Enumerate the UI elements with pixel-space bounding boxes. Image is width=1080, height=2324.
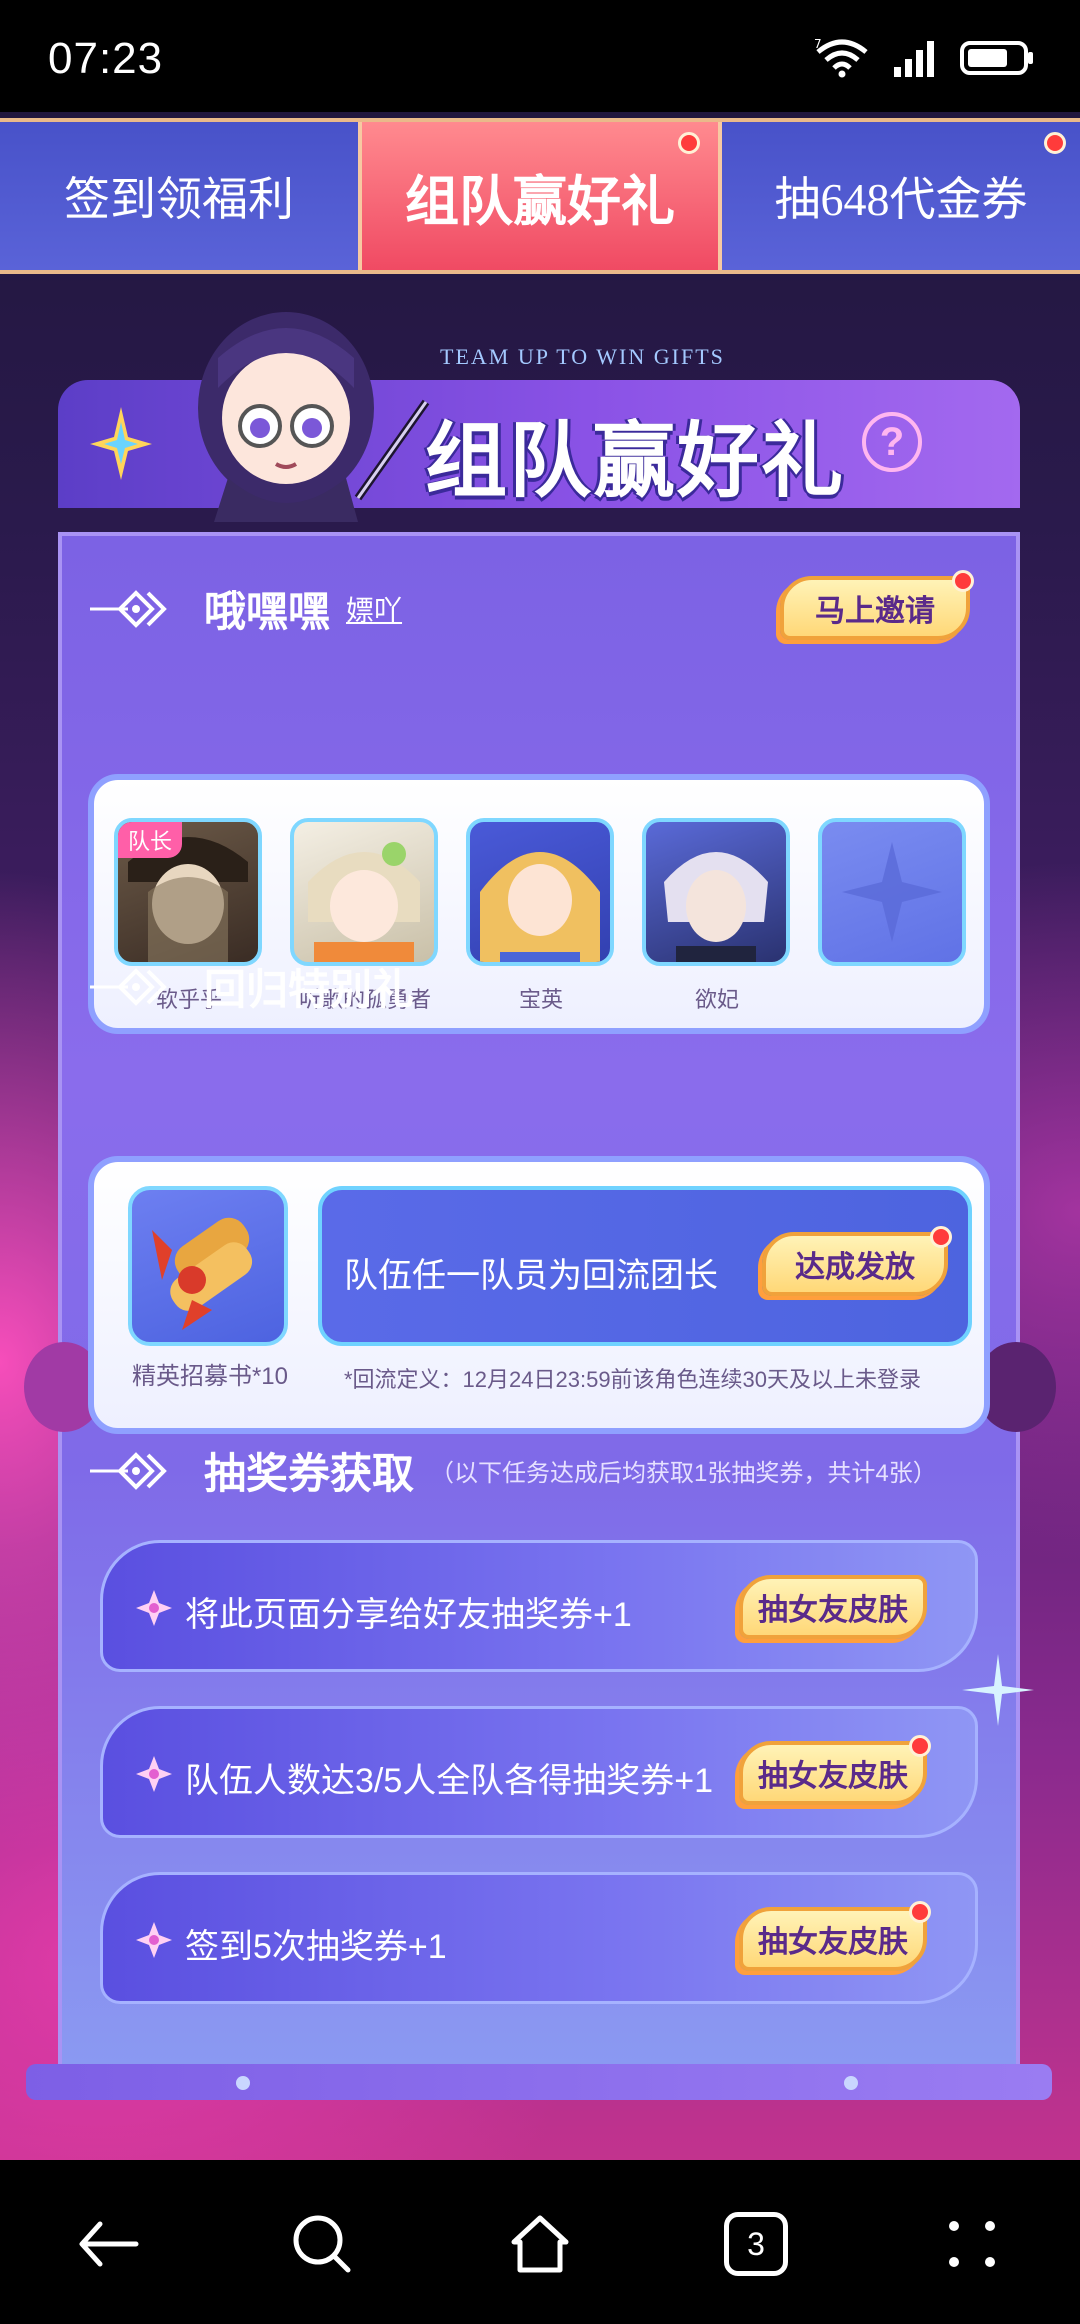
decor-dot: [844, 2076, 858, 2090]
avatar: [290, 818, 438, 966]
return-gift-title: 回归特别礼: [204, 966, 415, 1013]
event-page: 签到领福利 组队赢好礼 抽648代金券 TEAM UP TO WIN GIFTS…: [0, 112, 1080, 2160]
more-menu-icon[interactable]: [940, 2212, 1004, 2276]
event-tabs: 签到领福利 组队赢好礼 抽648代金券: [0, 118, 1080, 274]
system-nav-bar: 3: [0, 2160, 1080, 2324]
claim-button-label: 达成发放: [795, 1251, 915, 1284]
task-button-label: 抽女友皮肤: [758, 1594, 908, 1627]
signal-icon: [894, 41, 934, 77]
task-button-label: 抽女友皮肤: [758, 1926, 908, 1959]
home-icon[interactable]: [508, 2212, 572, 2276]
mascot-character-icon: [198, 312, 430, 522]
notification-dot: [909, 1735, 931, 1757]
sparkle-icon: [136, 1590, 172, 1626]
lottery-section-header: 抽奖券获取 （以下任务达成后均获取1张抽奖券，共计4张）: [88, 1440, 937, 1501]
team-section-header: 哦嘿嘿 嫖吖: [88, 578, 402, 639]
tab-label: 签到领福利: [64, 174, 294, 225]
character-portrait-icon: [308, 842, 420, 962]
team-tag[interactable]: 嫖吖: [346, 589, 402, 629]
task-row: 队伍人数达3/5人全队各得抽奖券+1 抽女友皮肤: [100, 1706, 978, 1838]
member-name: 欲妃: [694, 987, 739, 1012]
sparkle-icon: [90, 407, 152, 480]
character-portrait-icon: [664, 852, 768, 962]
notification-dot: [1044, 132, 1066, 154]
lottery-title: 抽奖券获取: [204, 1450, 415, 1497]
character-portrait-icon: [480, 852, 600, 962]
condition-box: 队伍任一队员为回流团长 达成发放: [318, 1186, 972, 1346]
empty-avatar: [818, 818, 966, 966]
page-title: 组队赢好礼: [425, 416, 846, 507]
avatar: 队长: [114, 818, 262, 966]
task-row: 将此页面分享给好友抽奖券+1 抽女友皮肤: [100, 1540, 978, 1672]
task-button[interactable]: 抽女友皮肤: [739, 1735, 931, 1805]
gift-item[interactable]: [128, 1186, 288, 1346]
return-definition-note: *回流定义：12月24日23:59前该角色连续30天及以上未登录: [344, 1367, 922, 1392]
member-name: 宝英: [518, 987, 563, 1012]
task-button-label: 抽女友皮肤: [758, 1760, 908, 1793]
search-icon[interactable]: [290, 2212, 354, 2276]
tab-team-up[interactable]: 组队赢好礼: [358, 122, 722, 270]
notification-dot: [909, 1901, 931, 1923]
notification-dot: [952, 570, 974, 592]
tab-label: 组队赢好礼: [405, 171, 675, 232]
sparkle-icon: [136, 1922, 172, 1958]
empty-member-slot[interactable]: [818, 818, 968, 982]
status-icons: 7: [814, 38, 1036, 78]
gift-label: 精英招募书*10: [131, 1363, 289, 1390]
header-subtitle: TEAM UP TO WIN GIFTS: [440, 344, 725, 369]
decor-dot: [236, 2076, 250, 2090]
sparkle-icon: [136, 1756, 172, 1792]
star-placeholder-icon: [842, 842, 942, 942]
invite-button[interactable]: 马上邀请: [780, 570, 974, 640]
leader-badge: 队长: [118, 822, 183, 858]
status-time: 07:23: [48, 34, 164, 83]
svg-text:7: 7: [814, 38, 822, 51]
team-name: 哦嘿嘿: [204, 588, 331, 635]
tab-label: 抽648代金券: [774, 174, 1028, 225]
claim-button[interactable]: 达成发放: [762, 1226, 952, 1296]
star-sparkle-icon: [962, 1654, 1034, 1726]
status-bar: 07:23 7: [0, 0, 1080, 112]
task-row: 签到5次抽奖券+1 抽女友皮肤: [100, 1872, 978, 2004]
scroll-icon: [152, 1217, 253, 1330]
avatar: [466, 818, 614, 966]
back-arrow-icon[interactable]: [76, 2212, 140, 2276]
return-gift-header: 回归特别礼: [88, 956, 414, 1017]
notification-dot: [678, 132, 700, 154]
tab-voucher-draw[interactable]: 抽648代金券: [722, 122, 1080, 270]
condition-text: 队伍任一队员为回流团长: [344, 1257, 718, 1295]
notification-dot: [930, 1226, 952, 1248]
lottery-subtitle: （以下任务达成后均获取1张抽奖券，共计4张）: [430, 1460, 937, 1487]
bottom-frame-bar: [26, 2064, 1052, 2100]
task-button[interactable]: 抽女友皮肤: [739, 1575, 927, 1639]
invite-button-label: 马上邀请: [815, 595, 935, 628]
wifi-icon: 7: [814, 38, 868, 78]
avatar: [642, 818, 790, 966]
task-button[interactable]: 抽女友皮肤: [739, 1901, 931, 1971]
help-button[interactable]: ?: [862, 412, 922, 472]
diamond-wing-icon: [90, 589, 167, 628]
task-text: 将此页面分享给好友抽奖券+1: [185, 1596, 632, 1634]
tab-signin[interactable]: 签到领福利: [0, 122, 358, 270]
team-member[interactable]: 欲妃: [642, 818, 792, 1014]
task-text: 队伍人数达3/5人全队各得抽奖券+1: [185, 1762, 714, 1800]
tabs-count-button[interactable]: 3: [724, 2212, 788, 2276]
diamond-wing-icon: [90, 967, 167, 1006]
battery-icon: [960, 41, 1033, 75]
task-text: 签到5次抽奖券+1: [185, 1928, 447, 1966]
diamond-wing-icon: [90, 1451, 167, 1490]
return-gift-card: 精英招募书*10 队伍任一队员为回流团长 达成发放 *回流定义：12月24日23…: [88, 1156, 990, 1434]
team-member[interactable]: 宝英: [466, 818, 616, 1014]
